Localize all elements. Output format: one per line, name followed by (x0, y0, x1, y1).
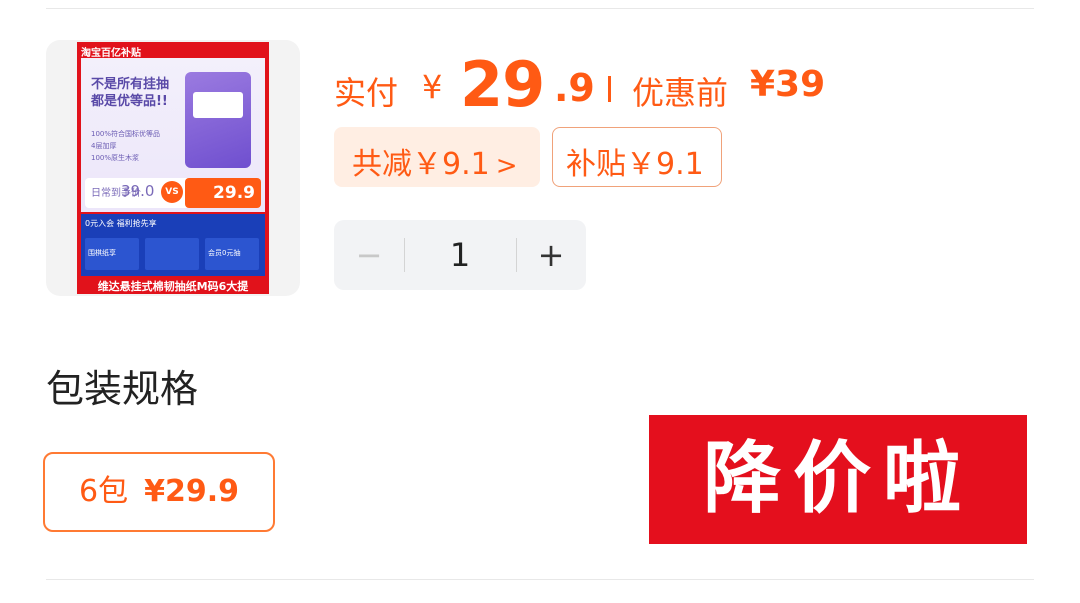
total-reduction-chip[interactable]: 共减￥9.1 > (334, 127, 540, 187)
top-divider (46, 8, 1034, 9)
price-decimal: .9 (554, 66, 595, 110)
membership-tile (145, 238, 199, 270)
spec-option-6-pack[interactable]: 6包 ¥29.9 (43, 452, 275, 532)
chevron-right-icon: > (495, 151, 518, 181)
old-price: 39.0 (121, 182, 155, 200)
quantity-stepper: − 1 + (334, 220, 586, 290)
subsidy-badge: 淘宝百亿补贴 (81, 48, 141, 59)
membership-row: 0元入会 福利抢先享 (85, 219, 157, 228)
bullet: 100%符合国标优等品 (91, 130, 161, 138)
spec-option-name: 6包 (79, 474, 129, 509)
price-drop-banner: 降价啦 (649, 415, 1027, 544)
tile-label: 会员0元抽 (208, 249, 241, 257)
image-price-compare: 日常到手价 39.0 VS 29.9 (85, 178, 261, 208)
bullet: 100%原生木浆 (91, 154, 140, 162)
price-separator (608, 76, 611, 102)
product-name-strip: 维达悬挂式棉韧抽纸M码6大提 (97, 280, 249, 293)
before-discount-label: 优惠前 (632, 74, 729, 112)
membership-panel: 0元入会 福利抢先享 围棋纸享 会员0元抽 (81, 214, 265, 276)
currency-symbol: ¥ (422, 68, 443, 106)
spec-title: 包装规格 (46, 367, 199, 411)
product-bullets: 100%符合国标优等品 4层加厚 100%原生木浆 (91, 128, 160, 164)
product-headline-line2: 都是优等品!! (91, 94, 168, 109)
tile-label: 围棋纸享 (88, 249, 116, 257)
tissue-pack-graphic (185, 72, 251, 168)
paid-label: 实付 (334, 74, 399, 112)
product-headline-line1: 不是所有挂抽 (91, 77, 170, 92)
total-reduction-text: 共减￥9.1 (352, 147, 490, 182)
pack-label-graphic (193, 92, 243, 118)
bottom-divider (46, 579, 1034, 580)
spec-option-price: ¥29.9 (144, 474, 239, 509)
vs-badge: VS (161, 181, 183, 203)
product-thumbnail[interactable]: 淘宝百亿补贴 不是所有挂抽 都是优等品!! 100%符合国标优等品 4层加厚 1… (46, 40, 300, 296)
increase-button[interactable]: + (516, 220, 586, 290)
product-image: 淘宝百亿补贴 不是所有挂抽 都是优等品!! 100%符合国标优等品 4层加厚 1… (77, 42, 269, 294)
before-discount-price: ¥39 (750, 64, 826, 105)
new-price: 29.9 (185, 178, 261, 208)
decrease-button[interactable]: − (334, 220, 404, 290)
membership-tiles: 围棋纸享 会员0元抽 (85, 238, 261, 272)
subsidy-chip: 补贴￥9.1 (552, 127, 722, 187)
price-integer: 29 (460, 48, 545, 121)
subsidy-text: 补贴￥9.1 (566, 147, 704, 182)
quantity-input[interactable]: 1 (404, 220, 516, 290)
bullet: 4层加厚 (91, 142, 117, 150)
product-image-panel: 淘宝百亿补贴 不是所有挂抽 都是优等品!! 100%符合国标优等品 4层加厚 1… (81, 48, 265, 212)
membership-tile: 会员0元抽 (205, 238, 259, 270)
membership-tile: 围棋纸享 (85, 238, 139, 270)
product-headline: 不是所有挂抽 都是优等品!! (91, 76, 169, 110)
